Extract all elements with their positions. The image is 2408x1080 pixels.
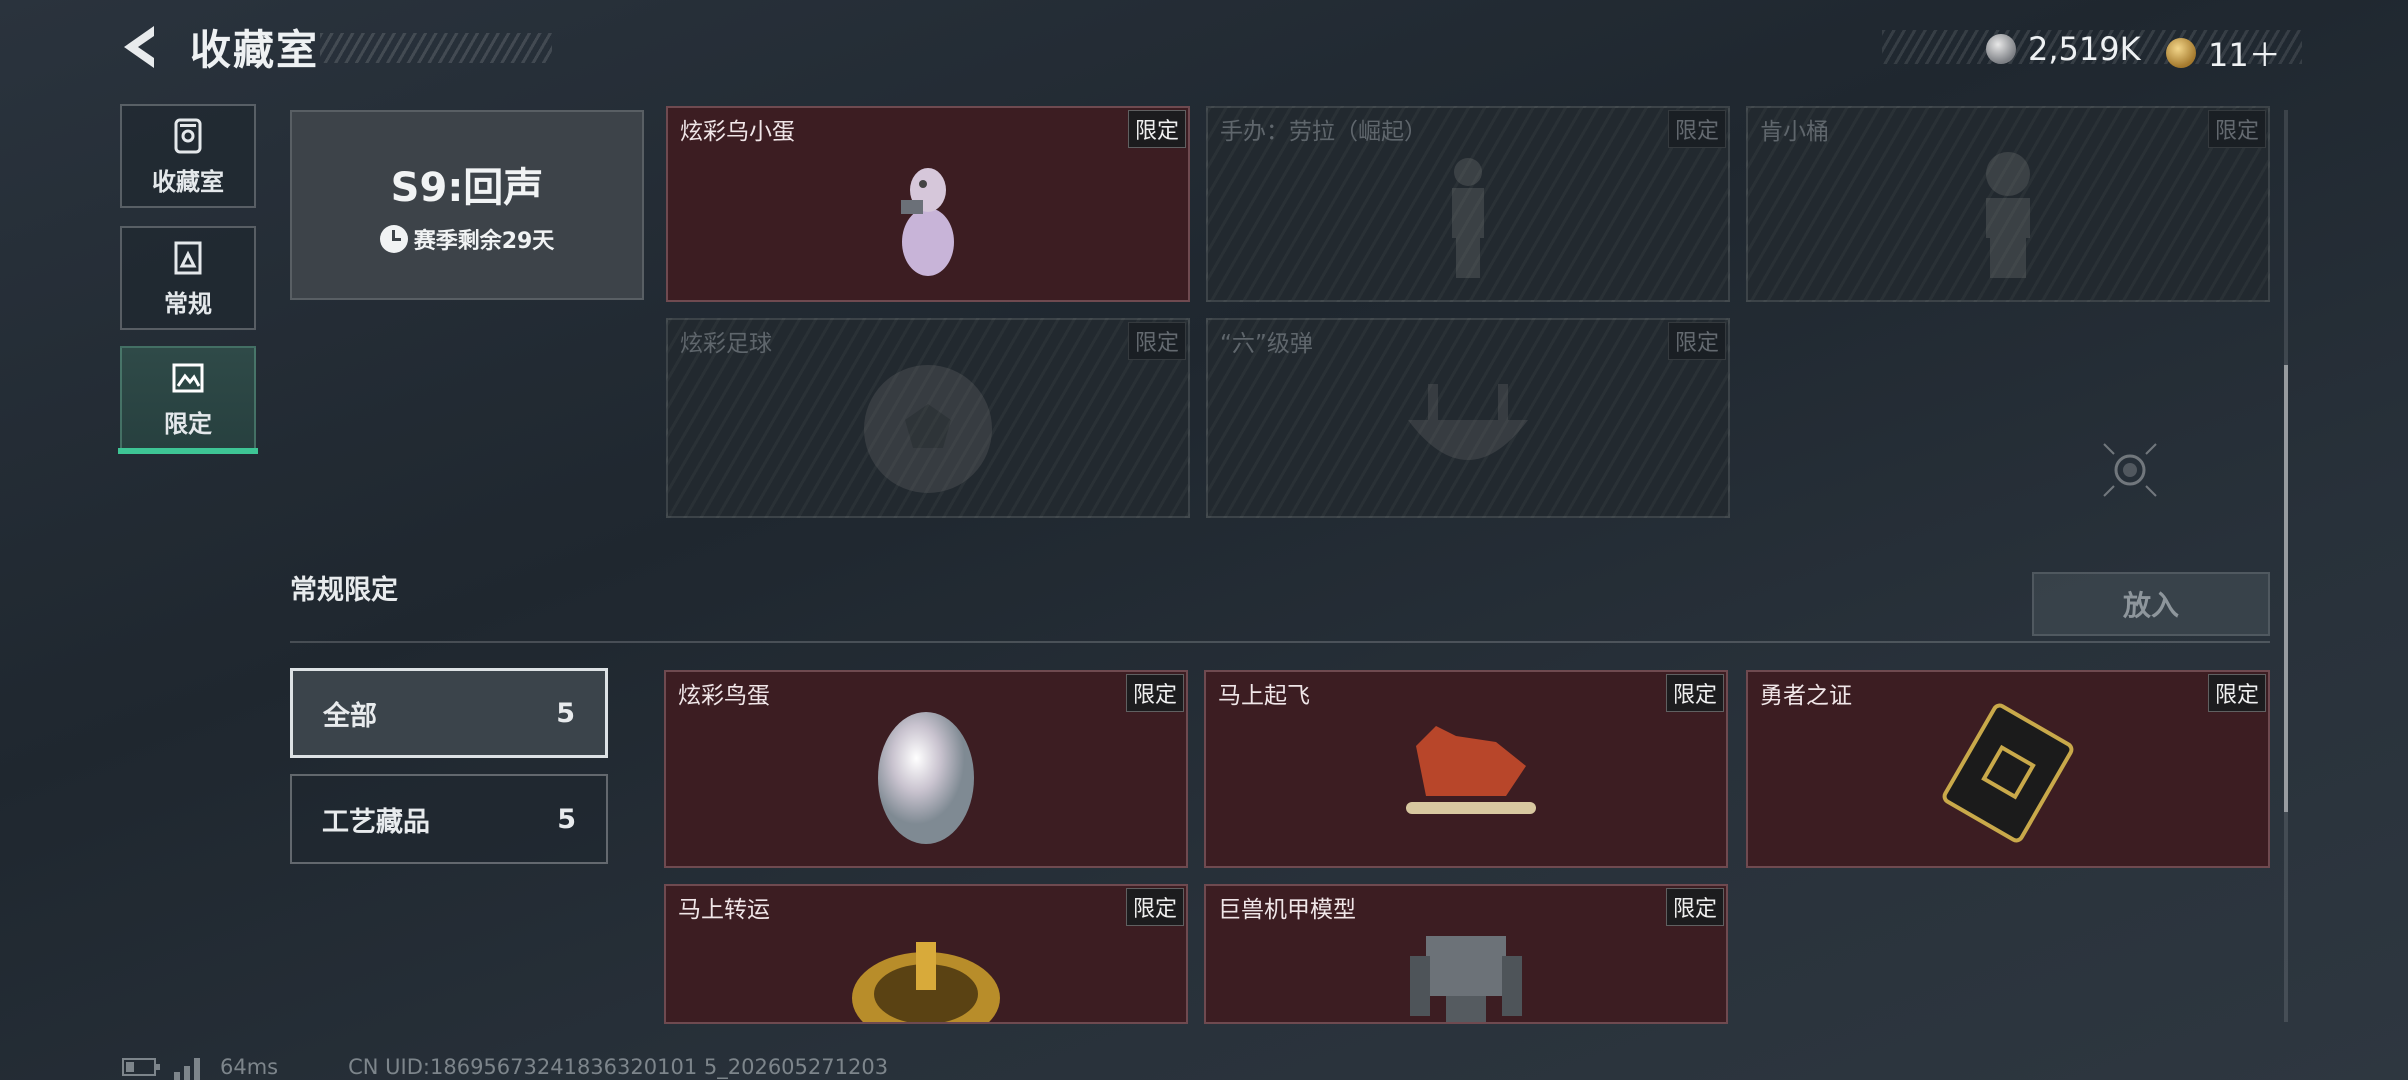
limited-tag: 限定 [1665, 888, 1724, 926]
back-arrow-icon[interactable] [118, 22, 164, 72]
filter-all[interactable]: 全部 5 [290, 668, 608, 758]
title-decoration [320, 33, 552, 63]
silver-coin-icon [1986, 34, 2016, 64]
trophy-icon [174, 118, 202, 153]
pearl-egg-icon [878, 712, 974, 844]
card-name: 肯小桶 [1760, 119, 1829, 145]
soccer-ball-icon [864, 365, 992, 493]
card-name: 手办：劳拉（崛起） [1220, 119, 1427, 145]
limited-tag: 限定 [1127, 110, 1186, 148]
filter-label: 工艺藏品 [322, 806, 430, 838]
bucket-figure-icon [1986, 152, 2030, 278]
collectible-card[interactable]: 肯小桶 限定 [1746, 106, 2270, 302]
document-icon [174, 241, 202, 274]
nav-label: 收藏室 [152, 167, 224, 196]
limited-tag: 限定 [1125, 888, 1184, 926]
nav-label: 常规 [164, 289, 212, 318]
figure-silhouette-icon [1452, 158, 1484, 278]
limited-tag: 限定 [1127, 322, 1186, 360]
limited-tag: 限定 [2207, 674, 2266, 712]
filter-count: 5 [556, 697, 575, 729]
collectible-card[interactable]: 勇者之证 限定 [1746, 670, 2270, 868]
currency-silver-value: 2,519K [2028, 30, 2141, 68]
put-in-button[interactable]: 放入 [2032, 572, 2270, 636]
image-icon [172, 363, 204, 392]
section-divider [290, 641, 2270, 643]
status-footer: 64ms CN UID:18695673241836320101 5_20260… [122, 1054, 888, 1080]
gold-wheel-icon [852, 942, 1000, 1022]
bird-egg-figure-icon [901, 168, 954, 276]
section-title: 常规限定 [290, 575, 398, 606]
limited-tag: 限定 [1667, 110, 1726, 148]
card-name: 炫彩足球 [680, 331, 772, 357]
limited-tag: 限定 [2207, 110, 2266, 148]
season-remaining: 赛季剩余29天 [379, 223, 555, 255]
filter-craft-collectibles[interactable]: 工艺藏品 5 [290, 774, 608, 864]
uid-text: CN UID:18695673241836320101 5_2026052712… [348, 1055, 889, 1079]
currency-gold: 11＋ [2166, 30, 2281, 76]
badge-card-icon [1942, 703, 2074, 843]
season-panel: S9:回声 赛季剩余29天 [290, 110, 644, 300]
ping-value: 64ms [220, 1055, 279, 1079]
card-name: 炫彩鸟蛋 [678, 683, 770, 709]
signal-icon [174, 1058, 200, 1080]
nav-regular[interactable]: 常规 [120, 226, 256, 330]
card-name: “六”级弹 [1220, 331, 1313, 357]
filter-count: 5 [557, 803, 576, 835]
collectible-card[interactable]: “六”级弹 限定 [1206, 318, 1730, 518]
card-name: 炫彩乌小蛋 [680, 119, 795, 145]
clock-icon [379, 225, 408, 253]
collectible-card[interactable]: 马上转运 限定 [664, 884, 1188, 1024]
card-name: 勇者之证 [1760, 683, 1852, 709]
season-name: S9:回声 [390, 165, 544, 211]
card-name: 巨兽机甲模型 [1218, 897, 1356, 923]
target-crosshair-icon [2103, 443, 2157, 497]
collectible-card[interactable]: 炫彩鸟蛋 限定 [664, 670, 1188, 868]
scrollbar-thumb[interactable] [2284, 365, 2288, 812]
filter-label: 全部 [323, 700, 377, 732]
mech-model-icon [1410, 936, 1522, 1022]
collectible-card[interactable]: 巨兽机甲模型 限定 [1204, 884, 1728, 1024]
limited-tag: 限定 [1667, 322, 1726, 360]
collectible-card[interactable]: 马上起飞 限定 [1204, 670, 1728, 868]
limited-tag: 限定 [1125, 674, 1184, 712]
battery-icon [122, 1058, 160, 1076]
collectible-card[interactable]: 手办：劳拉（崛起） 限定 [1206, 106, 1730, 302]
currency-silver: 2,519K [1986, 30, 2141, 68]
collectible-card[interactable]: 炫彩乌小蛋 限定 [666, 106, 1190, 302]
card-name: 马上起飞 [1218, 683, 1310, 709]
currency-gold-value: 11＋ [2208, 36, 2281, 74]
collectible-card[interactable]: 炫彩足球 限定 [666, 318, 1190, 518]
nav-limited[interactable]: 限定 [120, 346, 256, 450]
page-title: 收藏室 [190, 26, 319, 74]
nav-collection-room[interactable]: 收藏室 [120, 104, 256, 208]
limited-tag: 限定 [1665, 674, 1724, 712]
nav-label: 限定 [164, 409, 212, 438]
card-name: 马上转运 [678, 897, 770, 923]
season-remaining-text: 赛季剩余29天 [413, 229, 555, 254]
nav-active-indicator [118, 448, 258, 454]
bullet-bowl-icon [1408, 384, 1528, 460]
gold-triangle-coin-icon [2166, 38, 2196, 68]
horse-statue-icon [1406, 726, 1536, 814]
